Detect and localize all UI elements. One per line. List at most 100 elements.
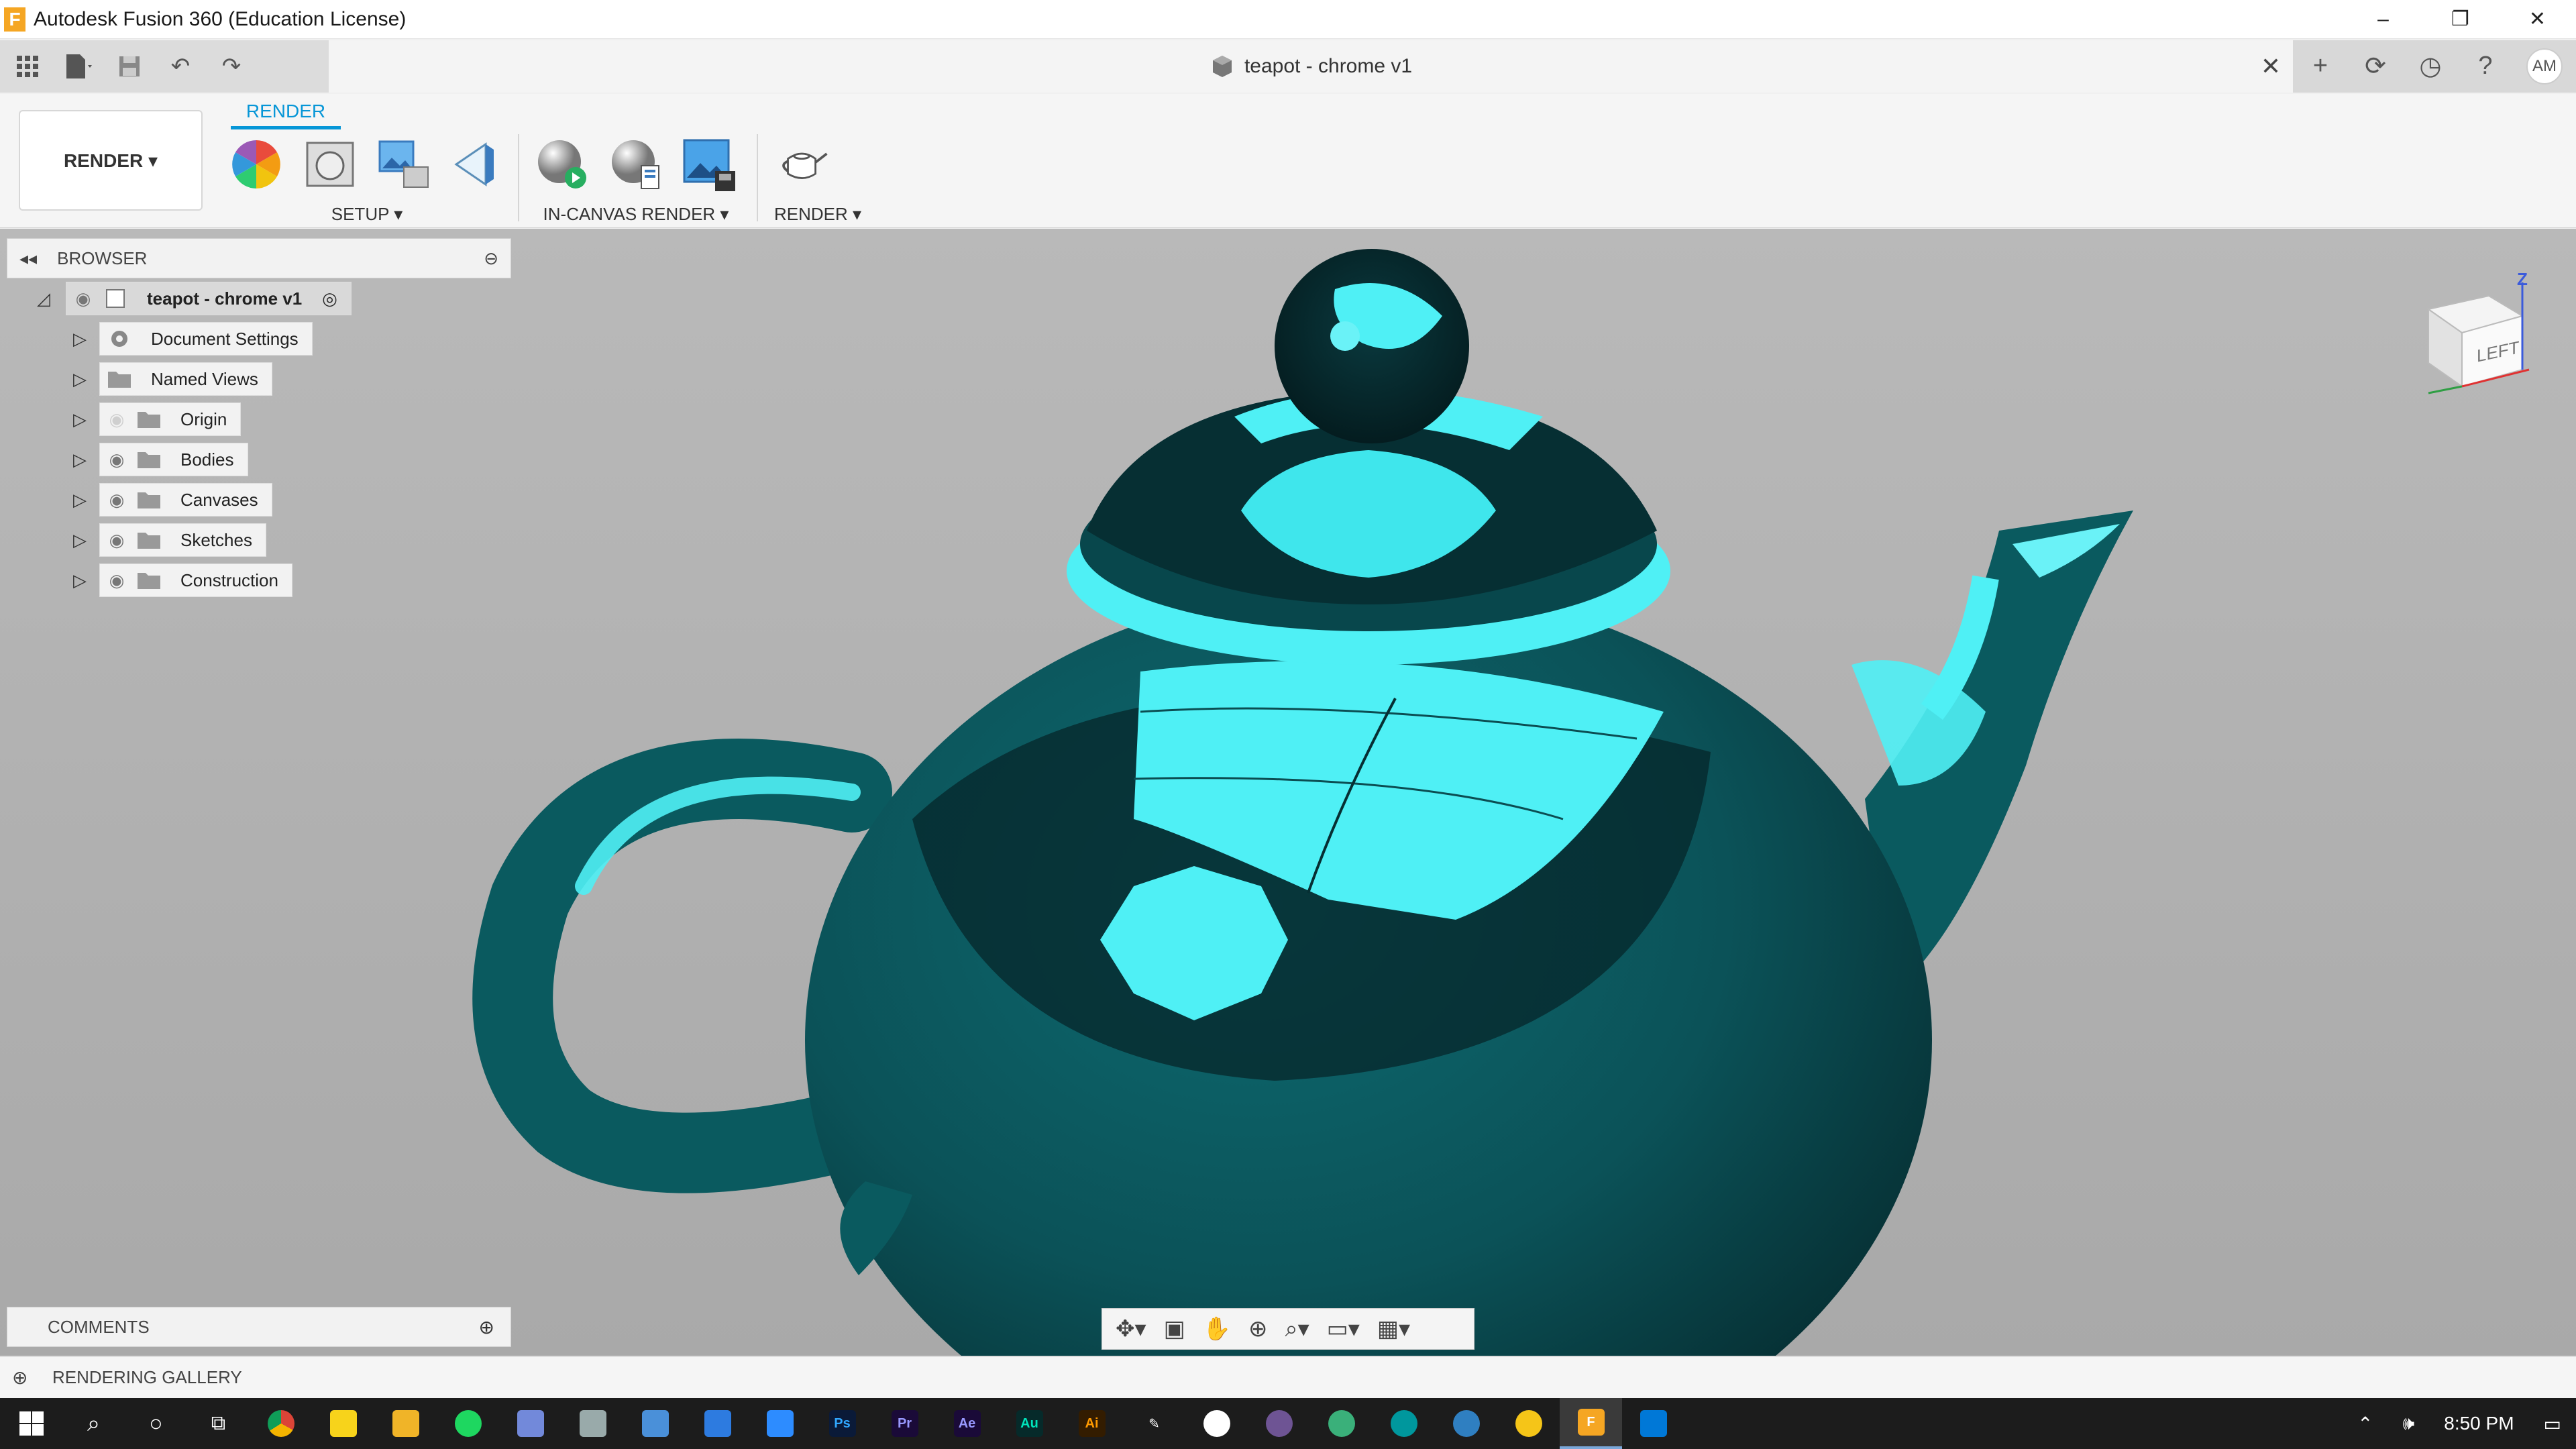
browser-item-canvases[interactable]: ◉ Canvases bbox=[99, 483, 272, 517]
fit-icon[interactable]: ⌕▾ bbox=[1285, 1316, 1309, 1342]
redo-icon[interactable]: ↷ bbox=[216, 51, 247, 82]
render-teapot-icon[interactable] bbox=[774, 136, 830, 193]
clock[interactable]: 8:50 PM bbox=[2429, 1413, 2528, 1434]
file-menu-icon[interactable] bbox=[63, 51, 94, 82]
browser-item-construction[interactable]: ◉ Construction bbox=[99, 564, 292, 597]
browser-item[interactable]: ▷ ◉ Canvases bbox=[7, 480, 511, 520]
browser-item-sketches[interactable]: ◉ Sketches bbox=[99, 523, 266, 557]
close-window-button[interactable]: ✕ bbox=[2499, 0, 2576, 39]
visibility-eye-icon[interactable]: ◉ bbox=[100, 449, 133, 470]
grid-settings-icon[interactable]: ▦▾ bbox=[1377, 1316, 1410, 1342]
visibility-eye-icon[interactable]: ◉ bbox=[100, 530, 133, 551]
photoshop-icon[interactable]: Ps bbox=[811, 1398, 873, 1449]
arduino-icon[interactable] bbox=[1373, 1398, 1435, 1449]
spotify-icon[interactable] bbox=[437, 1398, 499, 1449]
hidden-eye-icon[interactable]: ◉ bbox=[100, 409, 133, 430]
after-effects-icon[interactable]: Ae bbox=[936, 1398, 998, 1449]
viewcube[interactable]: LEFT Z bbox=[2415, 269, 2549, 403]
browser-minimize-icon[interactable]: ⊖ bbox=[484, 248, 498, 269]
comments-panel[interactable]: COMMENTS ⊕ bbox=[7, 1307, 511, 1347]
search-icon[interactable]: ⌕ bbox=[62, 1398, 125, 1449]
rendering-gallery-bar[interactable]: ⊕ RENDERING GALLERY bbox=[0, 1356, 2576, 1398]
browser-header[interactable]: ◂◂ BROWSER ⊖ bbox=[7, 238, 511, 278]
acrobat-icon[interactable]: ✎ bbox=[1123, 1398, 1185, 1449]
help-icon[interactable]: ? bbox=[2458, 40, 2513, 93]
expand-triangle-icon[interactable]: ▷ bbox=[70, 490, 90, 510]
globe-app-icon[interactable] bbox=[1310, 1398, 1373, 1449]
expand-triangle-icon[interactable]: ▷ bbox=[70, 329, 90, 349]
browser-item-bodies[interactable]: ◉ Bodies bbox=[99, 443, 248, 476]
workspace-switcher-button[interactable]: RENDER ▾ bbox=[19, 110, 203, 211]
add-comment-icon[interactable]: ⊕ bbox=[479, 1316, 494, 1338]
appearance-color-wheel-icon[interactable] bbox=[228, 136, 284, 193]
task-view-icon[interactable]: ⧉ bbox=[187, 1398, 250, 1449]
browser-root-item[interactable]: ◉ teapot - chrome v1 ◎ bbox=[66, 282, 352, 315]
setup-group-label[interactable]: SETUP ▾ bbox=[228, 204, 506, 225]
illustrator-icon[interactable]: Ai bbox=[1061, 1398, 1123, 1449]
zoom-app-icon[interactable] bbox=[749, 1398, 811, 1449]
scene-settings-icon[interactable] bbox=[302, 136, 358, 193]
fusion-360-taskbar-icon[interactable]: F bbox=[1560, 1398, 1622, 1449]
discord-icon[interactable] bbox=[499, 1398, 561, 1449]
file-explorer-icon[interactable] bbox=[374, 1398, 437, 1449]
earth-app-icon[interactable] bbox=[1435, 1398, 1497, 1449]
expand-triangle-icon[interactable]: ▷ bbox=[70, 369, 90, 389]
notifications-icon[interactable]: ▭ bbox=[2529, 1413, 2576, 1435]
canvas-viewport[interactable]: ◂◂ BROWSER ⊖ ◿ ◉ teapot - chrome v1 ◎ ▷ … bbox=[0, 229, 2576, 1356]
user-avatar[interactable]: AM bbox=[2526, 48, 2563, 85]
job-status-icon[interactable]: ◷ bbox=[2403, 40, 2458, 93]
calculator-icon[interactable] bbox=[624, 1398, 686, 1449]
in-canvas-render-group-label[interactable]: IN-CANVAS RENDER ▾ bbox=[534, 204, 738, 225]
browser-item[interactable]: ▷ ◉ Bodies bbox=[7, 439, 511, 480]
duck-app-icon[interactable] bbox=[1497, 1398, 1560, 1449]
start-button[interactable] bbox=[0, 1398, 62, 1449]
visibility-eye-icon[interactable]: ◉ bbox=[100, 490, 133, 511]
visibility-eye-icon[interactable]: ◉ bbox=[100, 570, 133, 591]
cortana-icon[interactable]: ○ bbox=[125, 1398, 187, 1449]
restore-button[interactable]: ❐ bbox=[2422, 0, 2499, 39]
browser-item-named-views[interactable]: Named Views bbox=[99, 362, 272, 396]
tray-chevron-icon[interactable]: ⌃ bbox=[2343, 1413, 2387, 1435]
browser-item[interactable]: ▷ ◉ Origin bbox=[7, 399, 511, 439]
in-canvas-render-settings-icon[interactable] bbox=[608, 136, 664, 193]
undo-icon[interactable]: ↶ bbox=[165, 51, 196, 82]
orbit-icon[interactable]: ✥▾ bbox=[1116, 1316, 1146, 1342]
display-settings-icon[interactable]: ▭▾ bbox=[1327, 1316, 1360, 1342]
sticky-notes-icon[interactable] bbox=[312, 1398, 374, 1449]
save-icon[interactable] bbox=[114, 51, 145, 82]
pan-hand-icon[interactable]: ✋ bbox=[1203, 1316, 1231, 1342]
capture-image-icon[interactable] bbox=[682, 136, 738, 193]
browser-item[interactable]: ▷ Named Views bbox=[7, 359, 511, 399]
expand-triangle-icon[interactable]: ▷ bbox=[70, 449, 90, 470]
close-tab-icon[interactable]: ✕ bbox=[2261, 52, 2281, 80]
browser-root-row[interactable]: ◿ ◉ teapot - chrome v1 ◎ bbox=[7, 278, 511, 319]
browser-item-origin[interactable]: ◉ Origin bbox=[99, 402, 241, 436]
visibility-eye-icon[interactable]: ◉ bbox=[66, 288, 100, 309]
github-icon[interactable] bbox=[1248, 1398, 1310, 1449]
zoom-icon[interactable]: ⊕ bbox=[1248, 1316, 1268, 1342]
expand-triangle-icon[interactable]: ▷ bbox=[70, 530, 90, 550]
browser-item[interactable]: ▷ ◉ Sketches bbox=[7, 520, 511, 560]
document-tab[interactable]: teapot - chrome v1 ✕ bbox=[329, 40, 2293, 93]
premiere-icon[interactable]: Pr bbox=[873, 1398, 936, 1449]
minimize-button[interactable]: – bbox=[2345, 0, 2422, 39]
browser-item-document-settings[interactable]: Document Settings bbox=[99, 322, 313, 356]
browser-item[interactable]: ▷ ◉ Construction bbox=[7, 560, 511, 600]
expand-triangle-icon[interactable]: ▷ bbox=[70, 570, 90, 590]
decal-icon[interactable] bbox=[449, 136, 506, 193]
extensions-icon[interactable]: ⟳ bbox=[2348, 40, 2403, 93]
snip-icon[interactable] bbox=[686, 1398, 749, 1449]
expand-triangle-icon[interactable]: ▷ bbox=[70, 409, 90, 429]
look-at-icon[interactable]: ▣ bbox=[1164, 1316, 1185, 1342]
in-canvas-render-play-icon[interactable] bbox=[534, 136, 590, 193]
photos-app-icon[interactable] bbox=[1622, 1398, 1684, 1449]
data-panel-grid-icon[interactable] bbox=[12, 51, 43, 82]
render-group-label[interactable]: RENDER ▾ bbox=[774, 204, 861, 225]
obs-icon[interactable] bbox=[1185, 1398, 1248, 1449]
volume-icon[interactable]: 🕪 bbox=[2388, 1413, 2430, 1435]
browser-item[interactable]: ▷ Document Settings bbox=[7, 319, 511, 359]
audition-icon[interactable]: Au bbox=[998, 1398, 1061, 1449]
tab-render[interactable]: RENDER bbox=[231, 101, 341, 129]
texture-map-icon[interactable] bbox=[376, 136, 432, 193]
paint-icon[interactable] bbox=[561, 1398, 624, 1449]
